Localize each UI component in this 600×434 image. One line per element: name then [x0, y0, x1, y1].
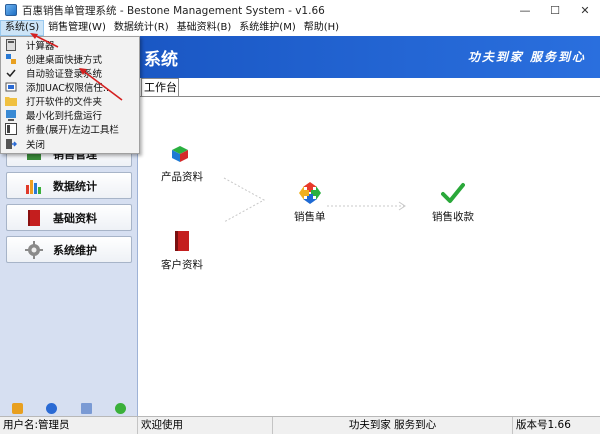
- gear-icon: [25, 240, 43, 259]
- menu-item-auto-login[interactable]: 自动验证登录系统: [1, 66, 139, 80]
- menu-item-create-shortcut[interactable]: 创建桌面快捷方式: [1, 52, 139, 66]
- close-button[interactable]: ✕: [570, 0, 600, 20]
- shortcut-icon: [5, 53, 17, 65]
- sidebar-bottom-toolbar: [0, 400, 138, 416]
- flow-label-sales-order: 销售单: [294, 211, 326, 223]
- status-bar: 用户名:管理员 欢迎使用 功夫到家 服务到心 版本号1.66: [0, 416, 600, 434]
- sidebar-item-statistics[interactable]: 数据统计: [6, 172, 132, 199]
- menu-basic-data[interactable]: 基础资料(B): [173, 20, 236, 36]
- tray-icon: [5, 109, 17, 121]
- flow-label-customer: 客户资料: [161, 259, 203, 271]
- exit-icon: [5, 138, 17, 150]
- header-banner: 系统 功夫到家 服务到心: [140, 36, 600, 78]
- check-icon: [5, 67, 17, 79]
- menu-item-minimize-tray[interactable]: 最小化到托盘运行: [1, 108, 139, 122]
- check-mark-icon: [440, 180, 466, 206]
- menu-maintenance[interactable]: 系统维护(M): [235, 20, 299, 36]
- menu-bar: 系统(S) 销售管理(W) 数据统计(R) 基础资料(B) 系统维护(M) 帮助…: [0, 20, 600, 36]
- flow-node-sales-order[interactable]: 销售单: [294, 180, 326, 224]
- sidebar-item-basic-data[interactable]: 基础资料: [6, 204, 132, 231]
- customer-book-icon: [169, 228, 195, 254]
- menu-item-toggle-toolbar[interactable]: 折叠(展开)左边工具栏: [1, 122, 139, 136]
- flow-label-product: 产品资料: [161, 171, 203, 183]
- status-version: 版本号1.66: [516, 418, 571, 431]
- system-menu-dropdown: 计算器 创建桌面快捷方式 自动验证登录系统 添加UAC权限信任.. 打开软件的文…: [0, 36, 140, 154]
- sales-order-icon: [297, 180, 323, 206]
- flow-connectors: [223, 177, 406, 223]
- menu-item-uac-trust[interactable]: 添加UAC权限信任..: [1, 80, 139, 94]
- sidebar-item-label: 系统维护: [53, 243, 97, 257]
- uac-shield-icon: [5, 81, 17, 93]
- menu-sales[interactable]: 销售管理(W): [44, 20, 110, 36]
- menu-item-open-folder[interactable]: 打开软件的文件夹: [1, 94, 139, 108]
- menu-item-calculator[interactable]: 计算器: [1, 38, 139, 52]
- home-icon[interactable]: [11, 402, 23, 414]
- sidebar-item-label: 数据统计: [53, 179, 97, 193]
- calculator-icon: [5, 39, 17, 51]
- banner-title: 系统: [144, 50, 178, 70]
- menu-statistics[interactable]: 数据统计(R): [110, 20, 173, 36]
- chart-icon: [25, 177, 43, 195]
- refresh-icon[interactable]: [115, 402, 127, 414]
- flow-node-customer[interactable]: 客户资料: [161, 228, 203, 272]
- minimize-button[interactable]: —: [510, 0, 540, 20]
- info-icon[interactable]: [46, 402, 58, 414]
- window-controls: — ☐ ✕: [510, 0, 600, 20]
- product-icon: [169, 140, 195, 166]
- sidebar-item-label: 基础资料: [53, 211, 97, 225]
- flow-node-product[interactable]: 产品资料: [161, 140, 203, 184]
- window-title: 百惠销售单管理系统 - Bestone Management System - …: [22, 4, 325, 17]
- sidebar-item-maintenance[interactable]: 系统维护: [6, 236, 132, 263]
- flow-label-receipt: 销售收款: [432, 211, 474, 223]
- screen-icon[interactable]: [80, 402, 92, 414]
- folder-icon: [5, 95, 17, 107]
- banner-slogan: 功夫到家 服务到心: [467, 50, 586, 64]
- book-icon: [25, 209, 43, 227]
- menu-item-close[interactable]: 关闭: [1, 137, 139, 151]
- workspace: 工作台 产品资料 客户资料 销售单 销售收款: [139, 78, 600, 416]
- menu-system[interactable]: 系统(S): [0, 20, 45, 36]
- toolbar-icon: [5, 123, 17, 135]
- status-slogan: 功夫到家 服务到心: [273, 416, 513, 434]
- menu-help[interactable]: 帮助(H): [300, 20, 343, 36]
- app-icon: [5, 4, 17, 16]
- status-welcome: 欢迎使用: [138, 416, 273, 434]
- maximize-button[interactable]: ☐: [540, 0, 570, 20]
- flow-node-receipt[interactable]: 销售收款: [432, 180, 474, 224]
- title-bar: 百惠销售单管理系统 - Bestone Management System - …: [0, 0, 600, 20]
- status-user: 用户名:管理员: [0, 416, 138, 434]
